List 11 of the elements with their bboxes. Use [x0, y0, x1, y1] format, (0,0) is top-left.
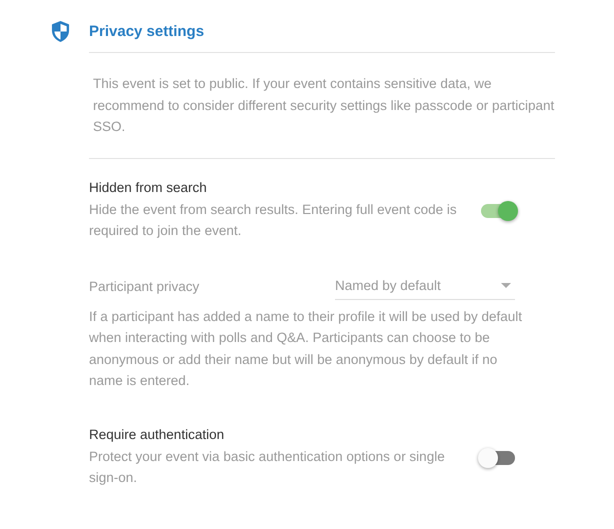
caret-icon [501, 282, 511, 288]
shield-icon [51, 20, 70, 42]
notice-text: This event is set to public. If your event contains sensitive data, we recommend to consider different security settings like passcode or participant SSO. [89, 52, 555, 158]
setting-description: Hide the event from search results. Entering full event code is required to join the event. [89, 200, 458, 240]
setting-description: Protect your event via basic authentication options or single sign-on. [89, 448, 446, 487]
setting-description: If a participant has added a name to their profile it will be used by default when interacting with polls and Q&A. Participants can choose to be anonymous or add their name but will be anonymous by default if no name is entered. [89, 308, 524, 390]
toggle-switch[interactable] [481, 450, 515, 464]
section-title: Privacy settings [89, 22, 204, 40]
setting-label: Hidden from search [89, 178, 208, 196]
setting-label: Participant privacy [89, 279, 200, 294]
setting-label: Require authentication [89, 426, 226, 444]
